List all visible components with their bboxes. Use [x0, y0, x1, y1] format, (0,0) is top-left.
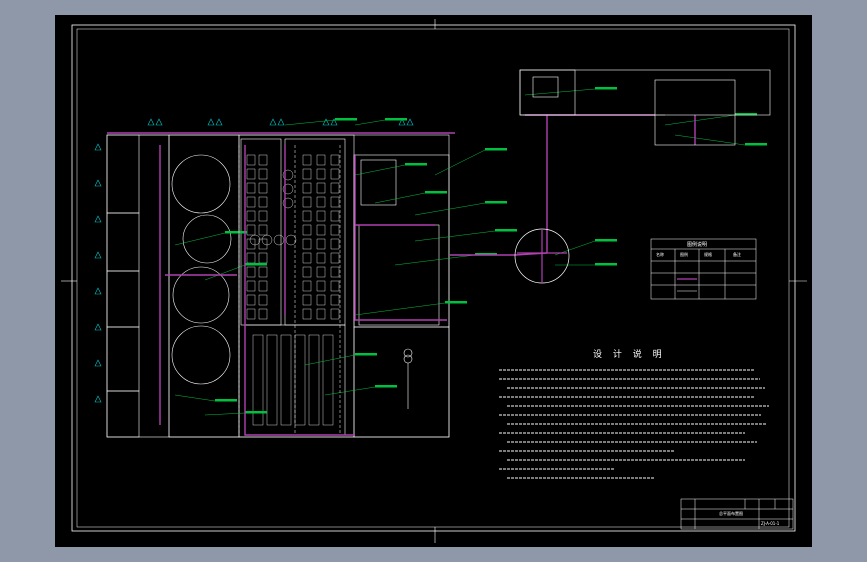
legend-header-symbol: 图例 [680, 252, 688, 257]
auxiliary-building [519, 69, 771, 146]
main-plant [106, 134, 450, 438]
drawing-name: 总平面布置图 [719, 511, 743, 516]
design-notes-text [499, 369, 769, 479]
drawing-number: ZJ-A-01-1 [761, 521, 780, 526]
drawing-sheet: 设 计 说 明 图例说明 名称 图例 规格 备注 总平面布置图 ZJ-A-01-… [55, 15, 812, 547]
annotation-leaders [174, 87, 767, 416]
legend-header-note: 备注 [733, 252, 741, 257]
tank-1 [171, 154, 231, 214]
transformer-symbol-icon [403, 348, 413, 409]
site-markers [94, 118, 414, 403]
legend-header-name: 名称 [656, 252, 664, 257]
inner-frame [76, 28, 790, 528]
design-notes-title: 设 计 说 明 [593, 350, 666, 360]
pipe-routes [107, 114, 696, 436]
equipment-rows [246, 154, 340, 426]
legend-title: 图例说明 [687, 242, 708, 248]
legend-header-spec: 规格 [704, 252, 712, 257]
tank-2 [182, 214, 232, 264]
tank-4 [171, 325, 231, 385]
outer-frame [71, 24, 796, 532]
cad-drawing [61, 19, 807, 543]
legend-table [650, 238, 757, 300]
